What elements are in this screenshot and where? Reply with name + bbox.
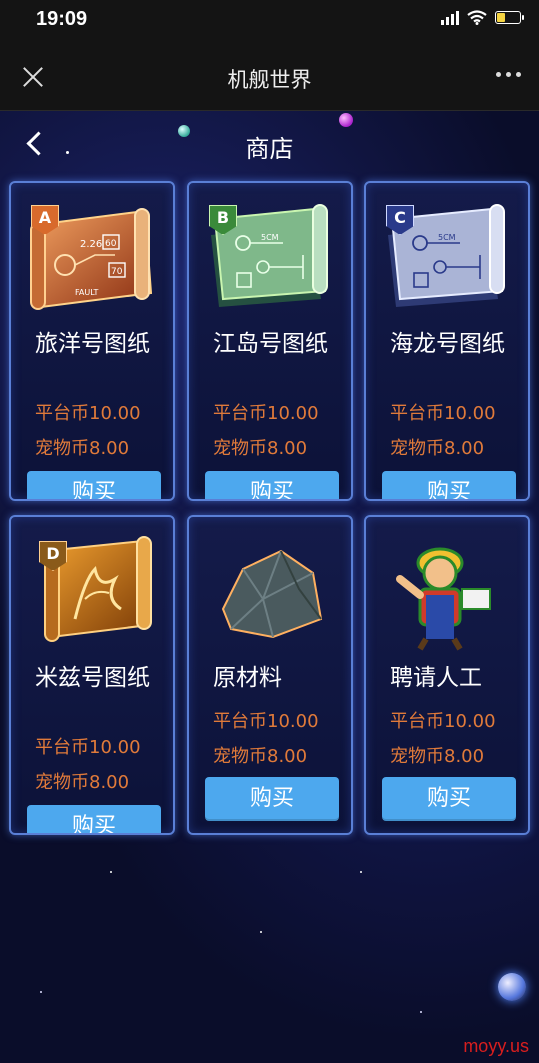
wifi-icon bbox=[467, 10, 487, 25]
buy-button[interactable]: 购买 bbox=[382, 471, 516, 499]
buy-button[interactable]: 购买 bbox=[382, 777, 516, 821]
star-decoration bbox=[360, 871, 362, 873]
shop-item-card: 聘请人工 平台币10.00 宠物币8.00 购买 bbox=[364, 515, 530, 835]
item-name: 原材料 bbox=[213, 665, 282, 691]
blueprint-a-value3: 70 bbox=[111, 267, 123, 277]
price-platform: 平台币10.00 bbox=[35, 737, 141, 758]
battery-icon bbox=[495, 11, 524, 24]
shop-item-card: 2.26 60 70 FAULT A 旅洋号图纸 平台币10.00 宠物币8.0… bbox=[9, 181, 175, 501]
status-icons bbox=[441, 10, 524, 25]
price-platform: 平台币10.00 bbox=[35, 403, 141, 424]
blueprint-a-caption: FAULT bbox=[75, 288, 99, 297]
shop-item-card: 5CM B 江岛号图纸 平台币10.00 宠物币8.00 购买 bbox=[187, 181, 353, 501]
price-pet: 宠物币8.00 bbox=[213, 438, 308, 459]
price-platform: 平台币10.00 bbox=[390, 711, 496, 732]
price-platform: 平台币10.00 bbox=[213, 403, 319, 424]
price-pet: 宠物币8.00 bbox=[390, 438, 485, 459]
blueprint-a-value1: 2.26 bbox=[80, 239, 102, 250]
star-decoration bbox=[40, 991, 42, 993]
item-name: 聘请人工 bbox=[390, 665, 482, 691]
star-decoration bbox=[260, 931, 262, 933]
more-options-icon[interactable] bbox=[496, 72, 521, 77]
signal-icon bbox=[441, 10, 459, 25]
price-pet: 宠物币8.00 bbox=[213, 746, 308, 767]
shop-title: 商店 bbox=[245, 135, 294, 163]
shop-item-card: D 米兹号图纸 平台币10.00 宠物币8.00 购买 bbox=[9, 515, 175, 835]
page-title: 机舰世界 bbox=[227, 68, 312, 92]
nav-bar: 机舰世界 bbox=[0, 42, 539, 111]
watermark: moyy.us bbox=[463, 1036, 529, 1056]
buy-button[interactable]: 购买 bbox=[27, 805, 161, 833]
buy-button[interactable]: 购买 bbox=[205, 777, 339, 821]
price-pet: 宠物币8.00 bbox=[390, 746, 485, 767]
item-name: 旅洋号图纸 bbox=[35, 331, 150, 357]
price-platform: 平台币10.00 bbox=[213, 711, 319, 732]
item-name: 米兹号图纸 bbox=[35, 665, 150, 691]
planet-decoration bbox=[498, 973, 526, 1001]
buy-button[interactable]: 购买 bbox=[27, 471, 161, 499]
blueprint-a-value2: 60 bbox=[105, 239, 117, 249]
shop-stage: 商店 2.26 60 70 FAULT A 旅洋号图纸 平台币10.00 宠物币… bbox=[0, 111, 539, 1063]
star-decoration bbox=[420, 1011, 422, 1013]
status-time: 19:09 bbox=[36, 8, 88, 30]
status-bar: 19:09 bbox=[0, 0, 539, 42]
buy-button[interactable]: 购买 bbox=[205, 471, 339, 499]
item-name: 海龙号图纸 bbox=[390, 331, 505, 357]
price-platform: 平台币10.00 bbox=[390, 403, 496, 424]
ore-icon bbox=[221, 549, 323, 639]
star-decoration bbox=[110, 871, 112, 873]
blueprint-b-scale: 5CM bbox=[261, 233, 279, 242]
planet-decoration bbox=[339, 113, 353, 127]
shop-item-card: 原材料 平台币10.00 宠物币8.00 购买 bbox=[187, 515, 353, 835]
shop-item-card: 5CM C 海龙号图纸 平台币10.00 宠物币8.00 购买 bbox=[364, 181, 530, 501]
item-name: 江岛号图纸 bbox=[213, 331, 328, 357]
price-pet: 宠物币8.00 bbox=[35, 438, 130, 459]
worker-icon bbox=[396, 547, 491, 651]
price-pet: 宠物币8.00 bbox=[35, 772, 130, 793]
blueprint-c-scale: 5CM bbox=[438, 233, 456, 242]
